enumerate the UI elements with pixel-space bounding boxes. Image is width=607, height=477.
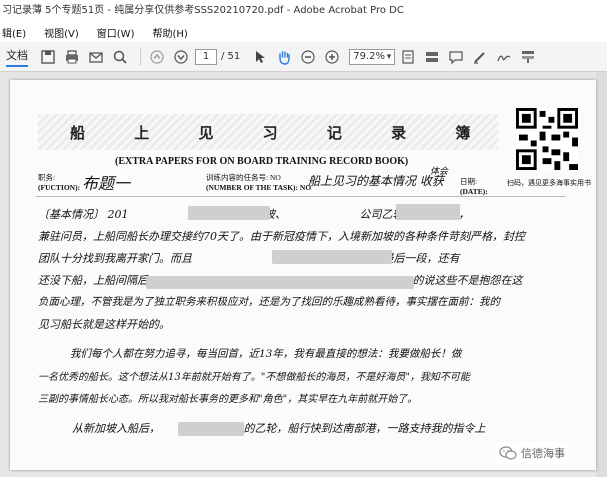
page-total: / 51 [221,51,241,62]
line-7: 我们每个人都在努力追寻，每当回首，近13年，我有最直接的想法：我要做船长！做 [70,348,462,360]
toolbar: 文档 1 / 51 79.2% ▾ [0,42,607,72]
redaction-4 [146,276,414,289]
field-task-value: 船上见习的基本情况 收获 [308,174,444,188]
page-number-input[interactable]: 1 [195,48,217,65]
previous-page-icon[interactable] [147,47,167,67]
viewer-scroll-area[interactable] [596,72,607,477]
sign-icon[interactable] [494,47,514,67]
pdf-page: 船 上 见 习 记 录 簿 附 (EXTRA PAPERS FOR ON BOA… [10,80,596,470]
line-10: 从新加坡入船后， 的乙轮，船行快到达南部港，一路支持我的指令上 [72,422,486,435]
line-1: 〔基本情况〕 201 我在新加坡、 公司乙轮做见习船长， [38,208,470,221]
search-icon[interactable] [110,47,130,67]
menu-window[interactable]: 窗口(W) [97,25,135,40]
watermark-label: 信德海事 [521,447,565,460]
line-5: 负面心理，不管我是为了独立职务来积极应对，还是为了找回的乐趣成熟看待，事实摆在面… [38,296,500,308]
wechat-icon [499,446,517,460]
field-function-label: 职务: (FUCTION): [38,173,81,192]
email-icon[interactable] [86,47,106,67]
tools-icon[interactable] [518,47,538,67]
menu-edit[interactable]: 辑(E) [2,25,26,40]
line-6: 见习船长就是这样开始的。 [38,318,170,331]
hand-tool-icon[interactable] [274,47,294,67]
toolbar-separator [140,47,141,66]
tab-document[interactable]: 文档 [6,47,28,67]
menu-view[interactable]: 视图(V) [44,25,79,40]
acrobat-window: 习记录薄 5个专题51页 - 纯属分享仅供参考SSS20210720.pdf -… [0,0,607,477]
zoom-out-icon[interactable] [298,47,318,67]
line-2: 兼驻问员，上船同船长办理交接约70天了。由于新冠疫情下，入境新加坡的各种条件苛刻… [38,230,525,243]
qr-caption: 扫码，遇见更多海事实用书 [507,179,591,187]
scroll-mode-icon[interactable] [422,47,442,67]
redaction-2 [396,204,460,220]
line-8: 一名优秀的船长。这个想法从13年前就开始有了。"不想做船长的海员，不是好海员"，… [38,372,470,383]
zoom-in-icon[interactable] [322,47,342,67]
rule-line [36,196,566,197]
field-task-note: 体会 [430,167,449,177]
save-icon[interactable] [38,47,58,67]
redaction-5 [178,422,244,436]
wechat-watermark: 信德海事 [495,442,569,464]
redaction-3 [272,250,392,264]
redaction-1 [188,206,270,220]
menu-help[interactable]: 帮助(H) [152,25,187,40]
qr-code [516,108,578,170]
field-date-label: 日期: (DATE): [460,177,488,196]
page-subheading: (EXTRA PAPERS FOR ON BOARD TRAINING RECO… [115,156,409,167]
comment-icon[interactable] [446,47,466,67]
window-title: 习记录薄 5个专题51页 - 纯属分享仅供参考SSS20210720.pdf -… [0,0,607,22]
field-task-label: 训练内容的任务号: NO (NUMBER OF THE TASK): NO [206,173,312,192]
field-function-value: 布题一 [82,174,131,193]
select-arrow-icon[interactable] [250,47,270,67]
highlight-pen-icon[interactable] [470,47,490,67]
zoom-select[interactable]: 79.2% [349,48,396,65]
print-icon[interactable] [62,47,82,67]
fit-page-icon[interactable] [398,47,418,67]
menu-bar: 辑(E) 视图(V) 窗口(W) 帮助(H) [0,22,607,42]
next-page-icon[interactable] [171,47,191,67]
line-9: 三副的事情船长心态。所以我对船长事务的更多和"角色"，其实早在九年前就开始了。 [38,394,418,405]
page-heading: 船 上 见 习 记 录 簿 附 [70,124,557,142]
